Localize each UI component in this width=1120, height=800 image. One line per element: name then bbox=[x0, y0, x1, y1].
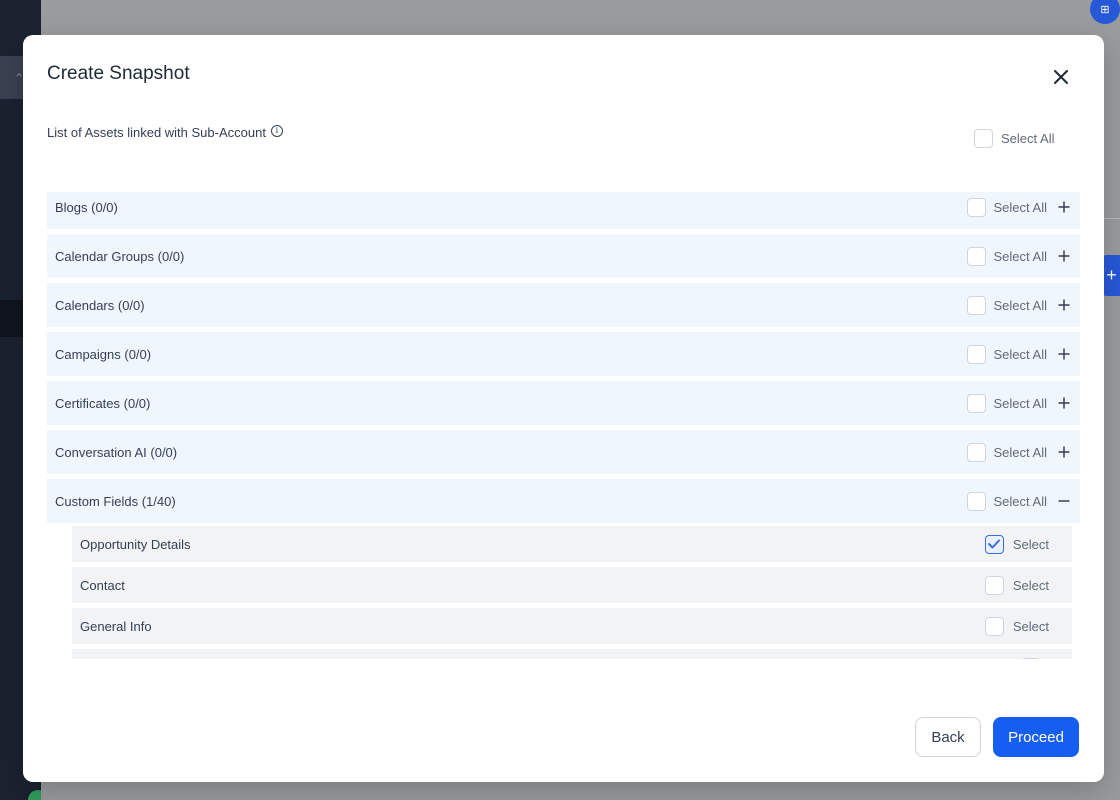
group-select-all-label: Select All bbox=[993, 444, 1047, 460]
group-row-blogs[interactable]: Blogs (0/0) Select All bbox=[47, 192, 1080, 229]
group-select-all-label: Select All bbox=[993, 395, 1047, 411]
global-select-all-checkbox[interactable] bbox=[974, 129, 993, 148]
checkmark-icon bbox=[988, 539, 1001, 549]
item-select[interactable]: Select bbox=[984, 575, 1049, 595]
group-label: Calendar Groups (0/0) bbox=[55, 248, 185, 264]
create-snapshot-modal: Create Snapshot List of Assets linked wi… bbox=[23, 35, 1104, 782]
group-select-all-checkbox[interactable] bbox=[966, 442, 986, 462]
list-item[interactable] bbox=[72, 649, 1072, 659]
list-item[interactable]: General Info Select bbox=[72, 608, 1072, 644]
expand-plus-icon[interactable] bbox=[1055, 443, 1073, 461]
group-row-conversation-ai[interactable]: Conversation AI (0/0) Select All bbox=[47, 430, 1080, 474]
item-label: General Info bbox=[80, 618, 152, 634]
item-select-checkbox[interactable] bbox=[1021, 657, 1040, 659]
group-select-all-checkbox[interactable] bbox=[966, 393, 986, 413]
proceed-button[interactable]: Proceed bbox=[993, 717, 1079, 757]
item-select-label: Select bbox=[1012, 618, 1049, 634]
list-item[interactable]: Contact Select bbox=[72, 567, 1072, 603]
group-select-all-checkbox[interactable] bbox=[966, 491, 986, 511]
item-label: Opportunity Details bbox=[80, 536, 191, 552]
list-item[interactable]: Opportunity Details Select bbox=[72, 526, 1072, 562]
global-select-all[interactable]: Select All bbox=[974, 129, 1054, 148]
group-select-all[interactable]: Select All bbox=[966, 393, 1047, 413]
expand-plus-icon[interactable] bbox=[1055, 394, 1073, 412]
expand-plus-icon[interactable] bbox=[1055, 198, 1073, 216]
group-select-all-label: Select All bbox=[993, 199, 1047, 215]
expand-plus-icon[interactable] bbox=[1055, 247, 1073, 265]
item-select[interactable]: Select bbox=[984, 534, 1049, 554]
assets-header-label: List of Assets linked with Sub-Account bbox=[47, 125, 266, 140]
group-row-calendars[interactable]: Calendars (0/0) Select All bbox=[47, 283, 1080, 327]
group-select-all-checkbox[interactable] bbox=[966, 295, 986, 315]
group-select-all[interactable]: Select All bbox=[966, 295, 1047, 315]
info-icon[interactable]: i bbox=[270, 124, 283, 137]
group-select-all[interactable]: Select All bbox=[966, 246, 1047, 266]
group-label: Conversation AI (0/0) bbox=[55, 444, 178, 460]
group-select-all-label: Select All bbox=[993, 297, 1047, 313]
group-row-certificates[interactable]: Certificates (0/0) Select All bbox=[47, 381, 1080, 425]
collapse-minus-icon[interactable] bbox=[1055, 492, 1073, 510]
item-select[interactable]: Select bbox=[984, 616, 1049, 636]
group-label: Certificates (0/0) bbox=[55, 395, 151, 411]
item-select-checkbox[interactable] bbox=[984, 575, 1004, 595]
background-add-icon: + bbox=[1103, 255, 1120, 296]
group-select-all[interactable]: Select All bbox=[966, 442, 1047, 462]
item-select-label: Select bbox=[1012, 577, 1049, 593]
assets-header: List of Assets linked with Sub-Account i bbox=[47, 124, 283, 140]
item-select-checkbox[interactable] bbox=[984, 616, 1004, 636]
group-row-campaigns[interactable]: Campaigns (0/0) Select All bbox=[47, 332, 1080, 376]
expand-plus-icon[interactable] bbox=[1055, 345, 1073, 363]
group-label: Calendars (0/0) bbox=[55, 297, 145, 313]
group-select-all[interactable]: Select All bbox=[966, 344, 1047, 364]
group-row-calendar-groups[interactable]: Calendar Groups (0/0) Select All bbox=[47, 234, 1080, 278]
group-select-all-checkbox[interactable] bbox=[966, 197, 986, 217]
modal-footer: Back Proceed bbox=[915, 717, 1079, 757]
close-button[interactable] bbox=[1049, 65, 1073, 89]
assets-list[interactable]: Blogs (0/0) Select All Calendar Groups (… bbox=[47, 192, 1080, 659]
item-label: Contact bbox=[80, 577, 125, 593]
group-select-all-label: Select All bbox=[993, 248, 1047, 264]
group-label: Campaigns (0/0) bbox=[55, 346, 152, 362]
group-select-all-checkbox[interactable] bbox=[966, 344, 986, 364]
group-select-all-label: Select All bbox=[993, 493, 1047, 509]
item-select-checkbox[interactable] bbox=[984, 534, 1004, 554]
global-select-all-label: Select All bbox=[1001, 131, 1055, 146]
modal-title: Create Snapshot bbox=[47, 63, 190, 84]
group-select-all[interactable]: Select All bbox=[966, 197, 1047, 217]
item-select-label: Select bbox=[1012, 536, 1049, 552]
group-label: Blogs (0/0) bbox=[55, 199, 118, 215]
group-row-custom-fields[interactable]: Custom Fields (1/40) Select All bbox=[47, 479, 1080, 523]
back-button[interactable]: Back bbox=[915, 717, 981, 757]
group-select-all-label: Select All bbox=[993, 346, 1047, 362]
close-icon bbox=[1054, 70, 1068, 84]
group-select-all[interactable]: Select All bbox=[966, 491, 1047, 511]
group-label: Custom Fields (1/40) bbox=[55, 493, 176, 509]
expand-plus-icon[interactable] bbox=[1055, 296, 1073, 314]
item-select[interactable] bbox=[1021, 657, 1049, 659]
group-select-all-checkbox[interactable] bbox=[966, 246, 986, 266]
